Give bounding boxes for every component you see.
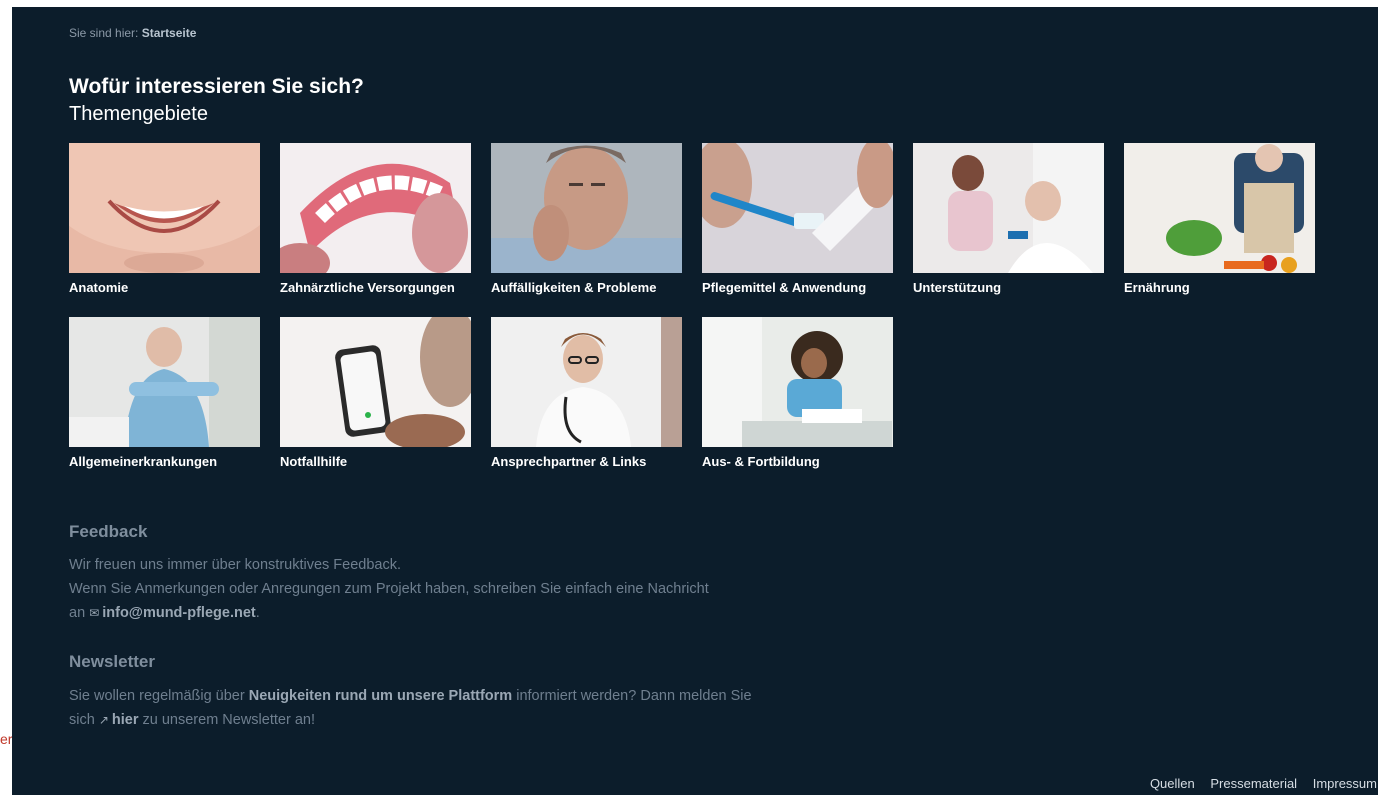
- feedback-prefix: an: [69, 605, 86, 621]
- topic-tile-auffaelligkeiten[interactable]: Auffälligkeiten & Probleme: [491, 143, 682, 295]
- topic-label[interactable]: Ansprechpartner & Links: [491, 454, 682, 469]
- topic-label[interactable]: Unterstützung: [913, 280, 1104, 295]
- page: er Sie sind hier: Startseite Wofür inter…: [0, 0, 1383, 795]
- feedback-line-1: Wir freuen uns immer über konstruktives …: [69, 557, 402, 573]
- feedback-line-2: Wenn Sie Anmerkungen oder Anregungen zum…: [69, 581, 709, 597]
- newsletter-suffix-2: zu unserem Newsletter an!: [142, 712, 315, 728]
- topic-label[interactable]: Zahnärztliche Versorgungen: [280, 280, 471, 295]
- external-link-icon: ↗: [98, 713, 109, 727]
- topic-label[interactable]: Aus- & Fortbildung: [702, 454, 893, 469]
- footer-link-impressum[interactable]: Impressum: [1313, 776, 1377, 791]
- footer-link-quellen[interactable]: Quellen: [1150, 776, 1195, 791]
- topic-tile-ernaehrung[interactable]: Ernährung: [1124, 143, 1315, 295]
- topic-tile-allgemeinerkrankungen[interactable]: Allgemeinerkrankungen: [69, 317, 260, 469]
- doctor-photo[interactable]: [491, 317, 682, 447]
- topic-tile-notfallhilfe[interactable]: Notfallhilfe: [280, 317, 471, 469]
- student-photo[interactable]: [702, 317, 893, 447]
- feedback-title: Feedback: [69, 522, 148, 541]
- email-link[interactable]: info@mund-pflege.net: [102, 605, 255, 621]
- page-subtitle: Themengebiete: [69, 103, 208, 125]
- newsletter-prefix: Sie wollen regelmäßig über: [69, 688, 245, 704]
- newsletter-link[interactable]: hier: [112, 712, 139, 728]
- topic-label[interactable]: Ernährung: [1124, 280, 1315, 295]
- topic-tile-fortbildung[interactable]: Aus- & Fortbildung: [702, 317, 893, 469]
- phone-photo[interactable]: [280, 317, 471, 447]
- newsletter-suffix: informiert werden? Dann melden Sie: [516, 688, 752, 704]
- main-panel: Sie sind hier: Startseite Wofür interess…: [12, 7, 1378, 795]
- feedback-line-3: an ✉ info@mund-pflege.net.: [69, 601, 709, 625]
- feedback-suffix: .: [255, 605, 260, 621]
- topic-label[interactable]: Notfallhilfe: [280, 454, 471, 469]
- topic-tile-zahnaerztliche-versorgungen[interactable]: Zahnärztliche Versorgungen: [280, 143, 471, 295]
- topic-label[interactable]: Pflegemittel & Anwendung: [702, 280, 893, 295]
- toothbrush-photo[interactable]: [702, 143, 893, 273]
- footer-link-pressematerial[interactable]: Pressematerial: [1210, 776, 1297, 791]
- topic-tile-pflegemittel[interactable]: Pflegemittel & Anwendung: [702, 143, 893, 295]
- newsletter-line-1: Sie wollen regelmäßig über Neuigkeiten r…: [69, 684, 752, 708]
- cooking-photo[interactable]: [1124, 143, 1315, 273]
- newsletter-highlight: Neuigkeiten rund um unsere Plattform: [248, 688, 513, 704]
- topic-tile-ansprechpartner[interactable]: Ansprechpartner & Links: [491, 317, 682, 469]
- topic-tile-anatomie[interactable]: Anatomie: [69, 143, 260, 295]
- smile-photo[interactable]: [69, 143, 260, 273]
- footer-links: Quellen Pressematerial Impressum: [1138, 776, 1377, 791]
- toothache-photo[interactable]: [491, 143, 682, 273]
- topic-label[interactable]: Auffälligkeiten & Probleme: [491, 280, 682, 295]
- page-title: Wofür interessieren Sie sich?: [69, 75, 364, 98]
- feedback-text: Wir freuen uns immer über konstruktives …: [69, 553, 709, 625]
- newsletter-prefix-2: sich: [69, 712, 95, 728]
- newsletter-line-2: sich ↗ hier zu unserem Newsletter an!: [69, 708, 752, 732]
- newsletter-text: Sie wollen regelmäßig über Neuigkeiten r…: [69, 684, 752, 732]
- breadcrumb: Sie sind hier: Startseite: [69, 26, 196, 40]
- topic-tile-unterstuetzung[interactable]: Unterstützung: [913, 143, 1104, 295]
- newsletter-title: Newsletter: [69, 652, 155, 671]
- topic-label[interactable]: Allgemeinerkrankungen: [69, 454, 260, 469]
- side-text-fragment: er: [0, 731, 13, 747]
- breadcrumb-current[interactable]: Startseite: [142, 26, 197, 40]
- elderly-man-photo[interactable]: [69, 317, 260, 447]
- breadcrumb-prefix: Sie sind hier:: [69, 26, 139, 40]
- mail-icon: ✉: [89, 606, 100, 620]
- topic-label[interactable]: Anatomie: [69, 280, 260, 295]
- caregiver-photo[interactable]: [913, 143, 1104, 273]
- denture-photo[interactable]: [280, 143, 471, 273]
